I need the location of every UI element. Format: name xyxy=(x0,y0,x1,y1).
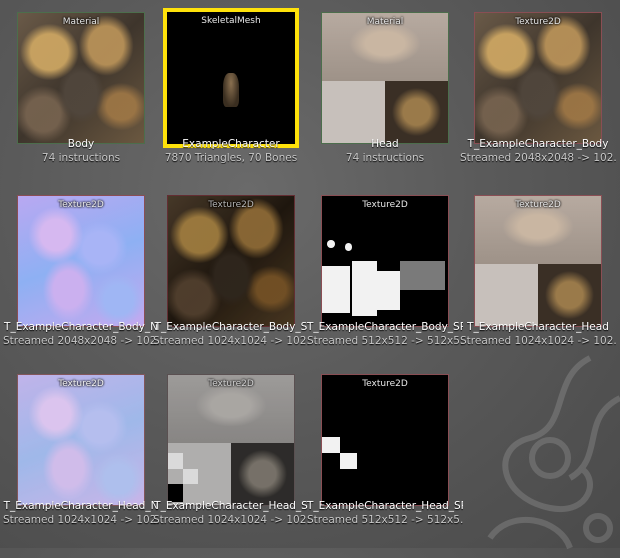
spec-mask-shape xyxy=(322,437,340,453)
asset-tile[interactable]: Texture2D T_ExampleCharacter_Body_N Stream… xyxy=(3,183,159,363)
asset-info: 74 instructions xyxy=(345,152,425,164)
asset-info: Streamed 2048x2048 -> 102... xyxy=(3,335,159,347)
asset-tile[interactable]: Texture2D T_ExampleCharacter_Body Streamed… xyxy=(460,0,616,180)
asset-type-label: Material xyxy=(62,17,100,27)
spec-mask-shape xyxy=(322,266,350,313)
asset-info: Streamed 2048x2048 -> 102... xyxy=(460,152,616,164)
asset-thumbnail[interactable]: Texture2D xyxy=(17,195,145,327)
asset-thumbnail[interactable]: Material xyxy=(321,12,449,144)
asset-thumbnail[interactable]: Texture2D xyxy=(474,12,602,144)
spec-mask-shape xyxy=(400,261,446,290)
asset-type-label: Texture2D xyxy=(58,200,104,210)
character-mesh-preview xyxy=(223,72,239,108)
asset-tile[interactable]: Texture2D T_ExampleCharacter_Head_S Stream… xyxy=(153,362,309,542)
asset-info: Streamed 1024x1024 -> 102... xyxy=(153,335,309,347)
asset-thumbnail[interactable]: Texture2D xyxy=(17,374,145,506)
asset-name: T_ExampleCharacter_Body_SP xyxy=(307,321,463,333)
spec-mask-shape xyxy=(327,240,335,248)
asset-name: Head xyxy=(371,138,399,150)
asset-name: T_ExampleCharacter_Head xyxy=(467,321,609,333)
asset-thumbnail[interactable]: Texture2D xyxy=(321,195,449,327)
asset-name: T_ExampleCharacter_Head_N xyxy=(3,500,159,512)
asset-type-label: Texture2D xyxy=(208,200,254,210)
asset-thumbnail[interactable]: Texture2D xyxy=(321,374,449,506)
asset-name: ExampleCharacter xyxy=(182,138,280,150)
spec-mask-shape xyxy=(377,271,401,311)
asset-thumbnail[interactable]: Texture2D xyxy=(167,195,295,327)
asset-thumbnail[interactable]: Material xyxy=(17,12,145,144)
asset-info: 7870 Triangles, 70 Bones xyxy=(164,152,298,164)
asset-thumbnail[interactable]: Texture2D xyxy=(167,374,295,506)
asset-tile[interactable]: Texture2D T_ExampleCharacter_Body_S Stream… xyxy=(153,183,309,363)
asset-info: Streamed 512x512 -> 512x5... xyxy=(307,335,463,347)
asset-type-label: Texture2D xyxy=(362,379,408,389)
spec-mask-shape xyxy=(352,261,378,316)
asset-info: Streamed 512x512 -> 512x5... xyxy=(307,514,463,526)
asset-name: Body xyxy=(67,138,95,150)
asset-name: T_ExampleCharacter_Head_SP xyxy=(307,500,463,512)
asset-tile[interactable]: Texture2D T_ExampleCharacter_Head Streamed… xyxy=(460,183,616,363)
asset-tile[interactable]: Texture2D T_ExampleCharacter_Body_SP Strea… xyxy=(307,183,463,363)
armor-texture-region xyxy=(475,263,601,326)
asset-info: 74 instructions xyxy=(41,152,121,164)
asset-name: T_ExampleCharacter_Body_S xyxy=(154,321,308,333)
asset-type-label: Texture2D xyxy=(208,379,254,389)
asset-type-label: Texture2D xyxy=(515,200,561,210)
spec-mask-shape xyxy=(168,453,184,469)
asset-thumbnail[interactable]: SkeletalMesh xyxy=(163,8,299,148)
asset-type-label: Texture2D xyxy=(362,200,408,210)
asset-info: Streamed 1024x1024 -> 102... xyxy=(460,335,616,347)
asset-thumbnail[interactable]: Texture2D xyxy=(474,195,602,327)
spec-mask-shape xyxy=(339,453,358,469)
asset-tile[interactable]: SkeletalMesh ExampleCharacter 7870 Triangl… xyxy=(153,0,301,180)
asset-tile[interactable]: Texture2D T_ExampleCharacter_Head_N Stream… xyxy=(3,362,159,542)
asset-tile[interactable]: Material Head 74 instructions xyxy=(307,0,455,180)
asset-tile[interactable]: Texture2D T_ExampleCharacter_Head_SP Strea… xyxy=(307,362,463,542)
asset-name: T_ExampleCharacter_Body_N xyxy=(4,321,158,333)
asset-type-label: Texture2D xyxy=(515,17,561,27)
asset-name: T_ExampleCharacter_Body xyxy=(467,138,609,150)
asset-type-label: Texture2D xyxy=(58,379,104,389)
asset-grid: Material Body 74 instructions SkeletalMesh E… xyxy=(0,0,620,548)
asset-info: Streamed 1024x1024 -> 102... xyxy=(3,514,159,526)
armor-texture-region xyxy=(322,80,448,143)
spec-mask-shape xyxy=(183,468,199,485)
asset-name: T_ExampleCharacter_Head_S xyxy=(154,500,308,512)
asset-info: Streamed 1024x1024 -> 102... xyxy=(153,514,309,526)
spec-mask-shape xyxy=(344,242,353,251)
asset-type-label: Material xyxy=(366,17,404,27)
asset-tile[interactable]: Material Body 74 instructions xyxy=(3,0,151,180)
asset-type-label: SkeletalMesh xyxy=(201,16,261,26)
